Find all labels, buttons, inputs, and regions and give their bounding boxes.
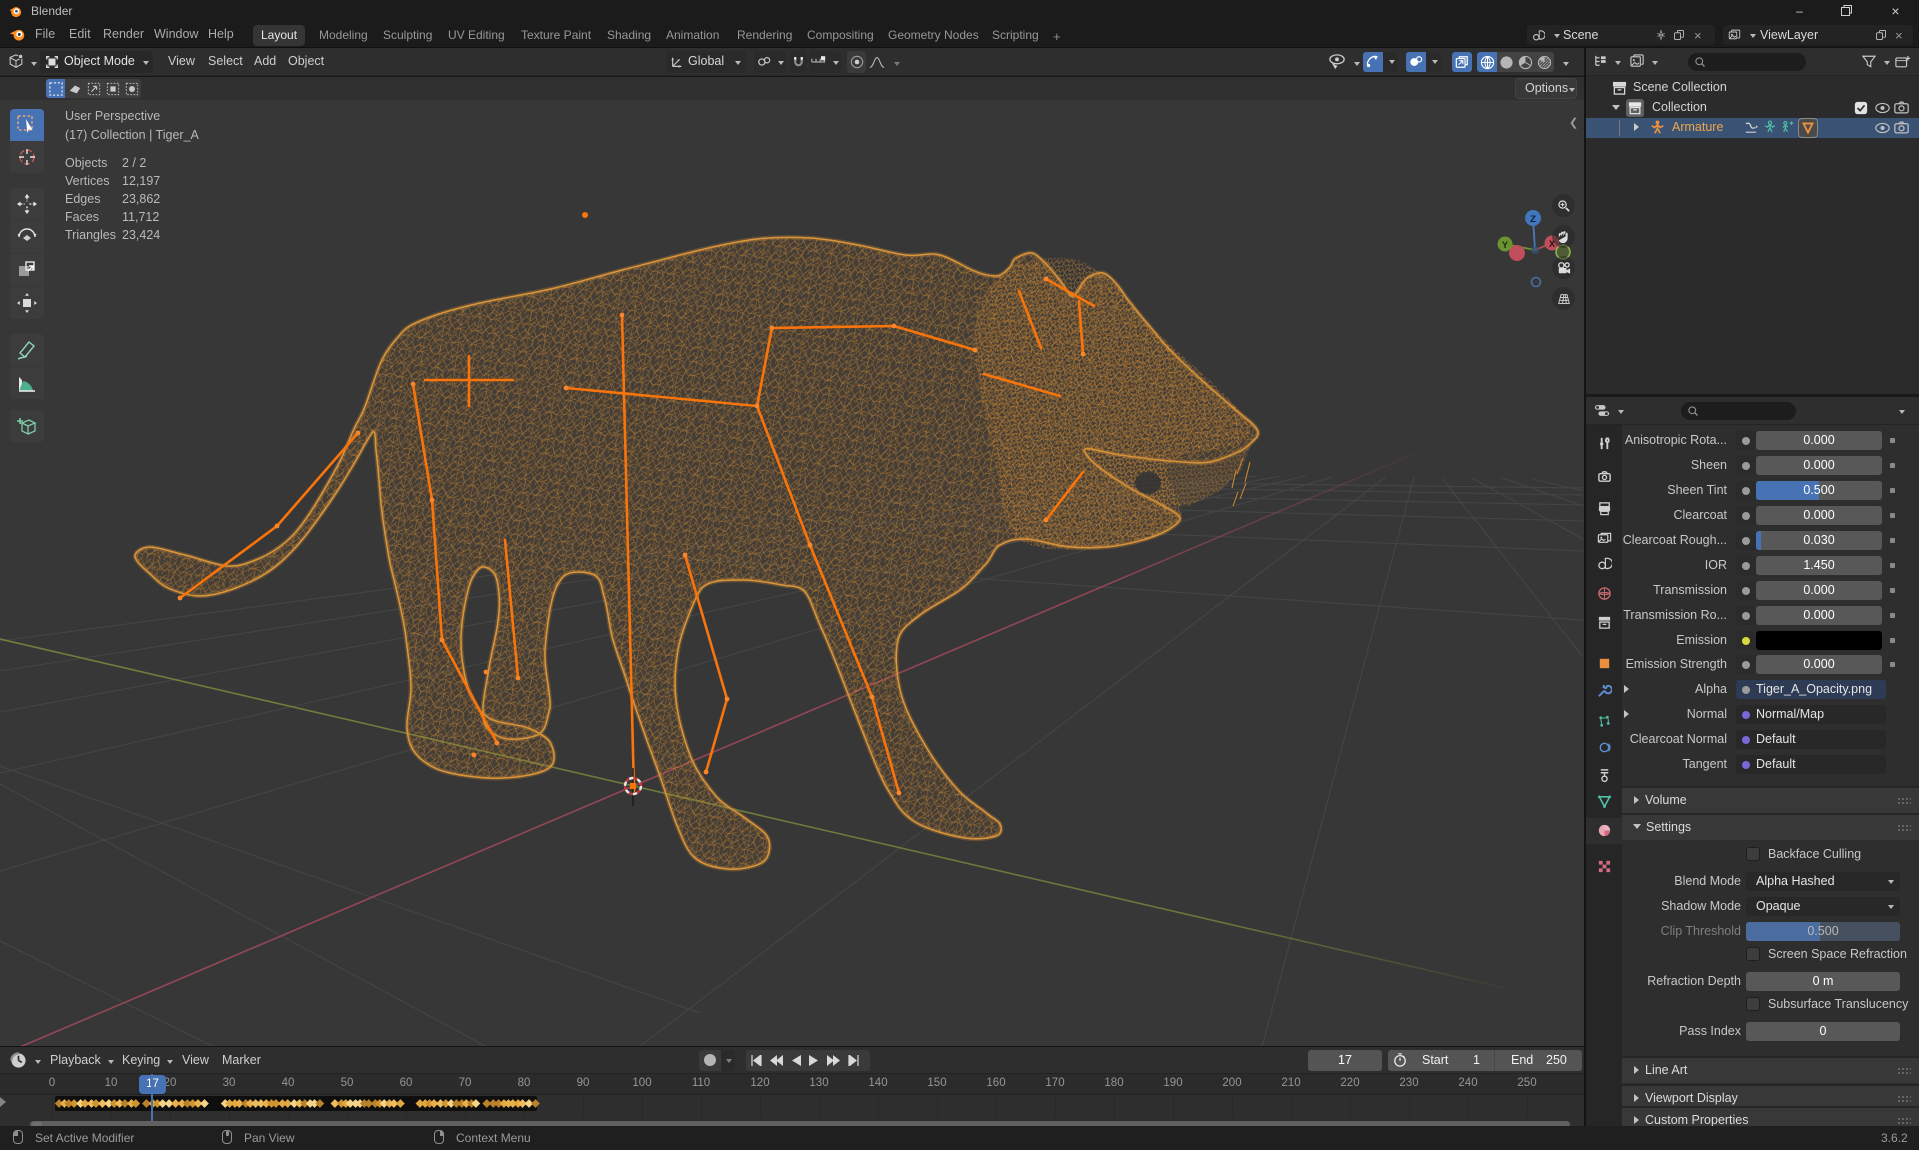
svg-text:Y: Y <box>1502 240 1508 250</box>
svg-text:Z: Z <box>1530 214 1536 225</box>
